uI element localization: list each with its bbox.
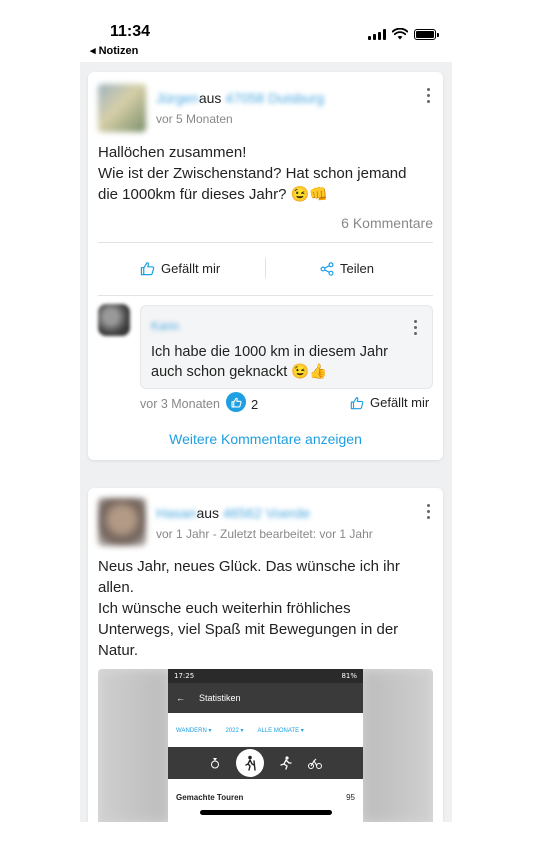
embedded-battery: 81% [341,672,357,680]
system-icons [368,28,439,40]
thumbs-up-icon [140,262,155,276]
comment-more-options-icon[interactable] [408,320,422,335]
embedded-app-screenshot: 17:25 81% ← Statistiken WANDERN ▾ 2022 ▾… [168,669,363,822]
embedded-stat-row: Gemachte Touren 95 [168,779,363,802]
like-button[interactable]: Gefällt mir [140,261,220,276]
running-icon [279,756,292,770]
like-label: Gefällt mir [161,261,221,276]
avatar[interactable] [98,84,146,132]
post-author-line: Jürgenaus 47058 Duisburg [156,90,324,106]
share-button[interactable]: Teilen [320,261,374,276]
divider [98,242,433,243]
status-time: 11:34 [110,23,151,40]
comment-text-line: auch schon geknackt 😉👍 [151,364,328,380]
post-text-line: Natur. [98,642,139,659]
home-indicator[interactable] [200,810,332,815]
embedded-screen-title: Statistiken [199,693,241,703]
cellular-signal-icon [368,28,386,40]
embedded-filters: WANDERN ▾ 2022 ▾ ALLE MONATE ▾ [168,713,363,747]
like-count-badge[interactable] [226,392,246,412]
more-options-icon[interactable] [421,88,435,103]
post-text-line: Wie ist der Zwischenstand? Hat schon jem… [98,165,407,182]
post-text-line: Hallöchen zusammen! [98,144,247,161]
post-image[interactable]: 17:25 81% ← Statistiken WANDERN ▾ 2022 ▾… [98,669,433,822]
post-text-line: Ich wünsche euch weiterhin fröhliches [98,600,351,617]
embedded-stat-value: 95 [346,793,355,802]
embedded-filter: 2022 ▾ [225,727,244,734]
embedded-status-bar: 17:25 81% [168,669,363,683]
post-card: Hasanaus 46562 Voerde vor 1 Jahr - Zulet… [88,488,443,822]
post-timestamp: vor 1 Jahr - Zuletzt bearbeitet: vor 1 J… [156,527,373,541]
share-icon [320,261,334,276]
thumbs-up-icon [350,396,364,409]
from-word: aus [198,90,222,106]
embedded-filter: WANDERN ▾ [176,727,212,734]
post-author-line: Hasanaus 46562 Voerde [156,505,310,521]
embedded-time: 17:25 [174,672,195,680]
author-location[interactable]: 47058 Duisburg [225,90,324,106]
back-to-notes-link[interactable]: ◂ Notizen [90,44,138,57]
cycling-icon [307,758,322,769]
comment-like-count: 2 [251,397,259,412]
comment-timestamp: vor 3 Monaten [140,397,220,411]
battery-icon [414,28,439,40]
comment-author[interactable]: Karin [151,319,179,333]
post-card: Jürgenaus 47058 Duisburg vor 5 Monaten H… [88,72,443,460]
wifi-icon [392,28,408,40]
comment-text-line: Ich habe die 1000 km in diesem Jahr [151,344,388,360]
medal-icon [210,758,219,769]
feed[interactable]: Jürgenaus 47058 Duisburg vor 5 Monaten H… [80,62,452,822]
author-name[interactable]: Jürgen [156,90,199,106]
comments-count-link[interactable]: 6 Kommentare [341,215,433,231]
embedded-back-arrow-icon: ← [176,693,185,703]
comment-avatar[interactable] [98,304,130,336]
comment-like-label: Gefällt mir [370,395,430,410]
from-word: aus [196,505,220,521]
author-name[interactable]: Hasan [156,505,196,521]
hiking-icon [235,749,264,777]
author-location[interactable]: 46562 Voerde [223,505,310,521]
post-timestamp: vor 5 Monaten [156,112,233,126]
post-text-line: Neus Jahr, neues Glück. Das wünsche ich … [98,558,400,575]
embedded-stat-label: Gemachte Touren [176,793,244,802]
post-body: Hallöchen zusammen! Wie ist der Zwischen… [98,142,406,205]
embedded-app-bar: ← Statistiken [168,683,363,713]
post-text-line: die 1000km für dieses Jahr? 😉👊 [98,186,328,203]
post-text-line: allen. [98,579,134,596]
thumbs-up-icon [230,397,242,408]
post-text-line: Unterwegs, viel Spaß mit Bewegungen in d… [98,621,399,638]
screen: 11:34 ◂ Notizen Jürgenaus 47058 Duisburg… [0,0,540,847]
more-options-icon[interactable] [421,504,435,519]
embedded-filter: ALLE MONATE ▾ [257,727,304,734]
action-separator [265,258,266,278]
more-comments-link[interactable]: Weitere Kommentare anzeigen [88,431,443,447]
comment-text: Ich habe die 1000 km in diesem Jahr auch… [151,342,388,382]
embedded-activity-tabs [168,747,363,779]
comment-bubble: Karin Ich habe die 1000 km in diesem Jah… [140,305,433,389]
comment-like-button[interactable]: Gefällt mir [350,395,429,410]
status-bar: 11:34 ◂ Notizen [0,0,540,60]
divider [98,295,433,296]
post-body: Neus Jahr, neues Glück. Das wünsche ich … [98,556,400,661]
share-label: Teilen [340,261,374,276]
avatar[interactable] [98,498,146,546]
